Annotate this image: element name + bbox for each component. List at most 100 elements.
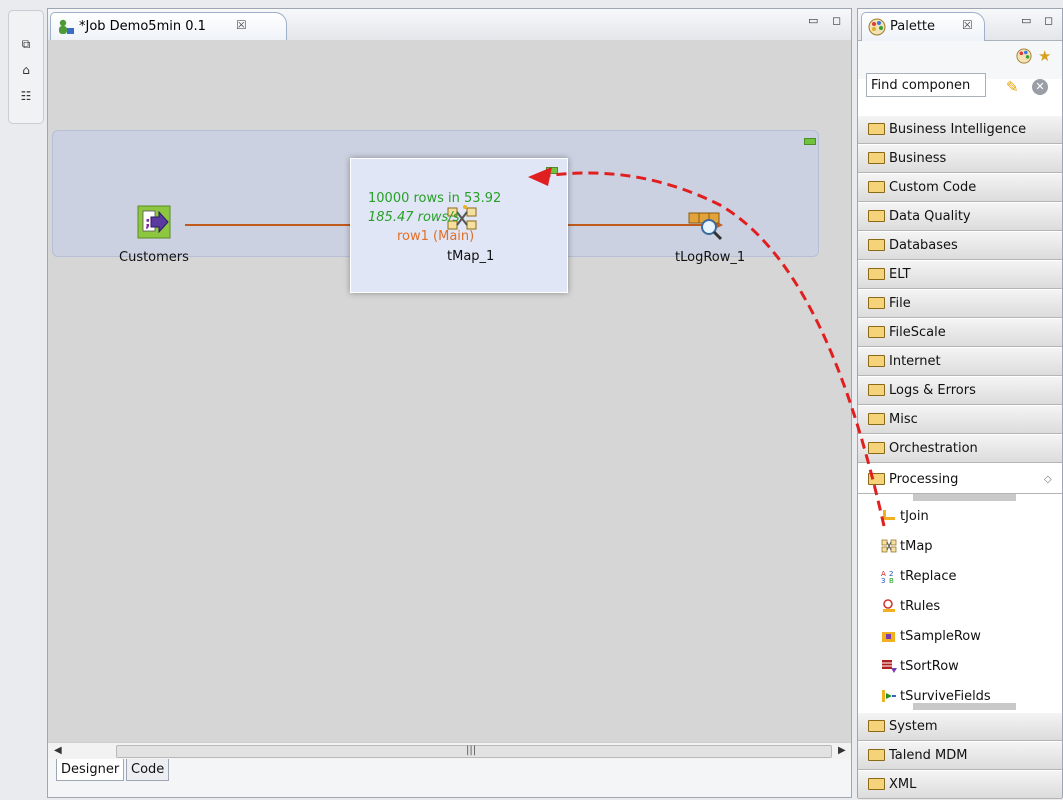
close-icon[interactable]: ☒ — [236, 18, 247, 32]
clear-search-icon[interactable]: ✕ — [1032, 79, 1048, 95]
palette-settings-icon[interactable] — [1016, 48, 1032, 64]
category-label: ELT — [889, 267, 911, 282]
category-business-intelligence[interactable]: Business Intelligence — [858, 116, 1062, 144]
editor-tabbar: *Job Demo5min 0.1 ☒ ▭ ◻ — [48, 9, 851, 42]
customers-component-icon[interactable]: ; — [137, 205, 171, 239]
scroll-right-icon[interactable]: ▶ — [838, 743, 846, 759]
category-logs-errors[interactable]: Logs & Errors — [858, 377, 1062, 405]
category-elt[interactable]: ELT — [858, 261, 1062, 289]
folder-icon — [868, 777, 885, 790]
scroll-left-icon[interactable]: ◀ — [54, 743, 62, 759]
folder-icon — [868, 267, 885, 280]
folder-icon — [868, 296, 885, 309]
job-editor: *Job Demo5min 0.1 ☒ ▭ ◻ ; Customers tLog… — [47, 8, 852, 798]
svg-text:3: 3 — [881, 577, 885, 583]
folder-icon — [868, 748, 885, 761]
category-file[interactable]: File — [858, 290, 1062, 318]
flow-rows-stat: 10000 rows in 53.92 — [368, 191, 502, 206]
horizontal-scrollbar[interactable]: ◀ ||| ▶ — [48, 742, 851, 759]
palette-tab-title: Palette — [890, 19, 936, 34]
maximize-icon[interactable]: ◻ — [1044, 14, 1053, 27]
design-canvas[interactable]: ; Customers tLogRow_1 10000 rows in 53.9… — [48, 40, 851, 742]
customers-label: Customers — [119, 250, 189, 265]
folder-open-icon — [868, 472, 885, 485]
component-tsortrow[interactable]: tSortRow — [858, 652, 1062, 682]
folder-icon — [868, 151, 885, 164]
category-filescale[interactable]: FileScale — [858, 319, 1062, 347]
logrow-component-icon[interactable] — [687, 209, 727, 241]
folder-icon — [868, 412, 885, 425]
tmap-icon — [881, 539, 897, 552]
tmap-collapse-icon[interactable] — [546, 167, 558, 174]
tab-designer[interactable]: Designer — [56, 759, 125, 781]
category-talend-mdm[interactable]: Talend MDM — [858, 742, 1062, 770]
category-business[interactable]: Business — [858, 145, 1062, 173]
folder-icon — [868, 180, 885, 193]
tjoin-icon — [883, 509, 895, 520]
tree-icon[interactable]: ☷ — [19, 89, 33, 103]
component-label: tRules — [900, 599, 941, 614]
folder-icon — [868, 719, 885, 732]
category-misc[interactable]: Misc — [858, 406, 1062, 434]
category-label: FileScale — [889, 325, 946, 340]
restore-icon[interactable]: ⧉ — [19, 37, 33, 51]
component-treplace[interactable]: A 2 3 B tReplace — [858, 562, 1062, 592]
tmap-selection-box[interactable]: 10000 rows in 53.92 185.47 rows/s row1 (… — [350, 158, 568, 293]
category-custom-code[interactable]: Custom Code — [858, 174, 1062, 202]
component-label: tJoin — [900, 509, 929, 524]
palette-panel: Palette ☒ ▭ ◻ ★ Find componen ✎ ✕ Busine… — [857, 8, 1063, 799]
component-trules[interactable]: tRules — [858, 592, 1062, 622]
job-icon — [59, 19, 74, 34]
category-label: Custom Code — [889, 180, 977, 195]
folder-icon — [868, 238, 885, 251]
category-label: Business — [889, 151, 947, 166]
category-label: File — [889, 296, 911, 311]
folder-icon — [868, 325, 885, 338]
home-icon[interactable]: ⌂ — [19, 63, 33, 77]
component-label: tMap — [900, 539, 933, 554]
maximize-icon[interactable]: ◻ — [832, 14, 841, 27]
category-system[interactable]: System — [858, 713, 1062, 741]
category-label: XML — [889, 777, 917, 792]
tab-code[interactable]: Code — [126, 759, 170, 781]
component-label: tSampleRow — [900, 629, 981, 644]
category-label: Talend MDM — [889, 748, 968, 763]
category-data-quality[interactable]: Data Quality — [858, 203, 1062, 231]
component-tjoin[interactable]: tJoin — [858, 502, 1062, 532]
component-tsamplerow[interactable]: tSampleRow — [858, 622, 1062, 652]
tsortrow-icon — [882, 659, 897, 673]
logrow-label: tLogRow_1 — [675, 250, 746, 265]
category-label: Logs & Errors — [889, 383, 976, 398]
palette-tab[interactable]: Palette ☒ — [861, 12, 985, 42]
category-internet[interactable]: Internet — [858, 348, 1062, 376]
close-icon[interactable]: ☒ — [962, 18, 973, 32]
tmap-label: tMap_1 — [447, 249, 495, 264]
category-label: Internet — [889, 354, 941, 369]
category-label: Processing — [889, 472, 959, 487]
search-pin-icon[interactable]: ✎ — [1006, 78, 1019, 96]
category-orchestration[interactable]: Orchestration — [858, 435, 1062, 463]
minimize-icon[interactable]: ▭ — [1021, 14, 1031, 27]
category-databases[interactable]: Databases — [858, 232, 1062, 260]
tsurvivefields-icon — [882, 689, 896, 702]
drawer-scroll-up[interactable] — [913, 494, 1016, 501]
favorites-icon[interactable]: ★ — [1038, 47, 1051, 65]
minimize-icon[interactable]: ▭ — [808, 14, 818, 27]
find-component-input[interactable]: Find componen — [866, 73, 986, 97]
category-xml[interactable]: XML — [858, 771, 1062, 799]
svg-text:;: ; — [145, 215, 151, 231]
category-processing[interactable]: Processing — [858, 466, 1062, 494]
left-dock: ⧉ ⌂ ☷ — [8, 10, 44, 124]
folder-icon — [868, 354, 885, 367]
folder-icon — [868, 383, 885, 396]
palette-icon — [868, 18, 886, 36]
drawer-scroll-down[interactable] — [913, 703, 1016, 710]
treplace-icon: A 23 B — [881, 570, 894, 583]
subjob-collapse-icon[interactable] — [804, 138, 816, 145]
job-tab-title: *Job Demo5min 0.1 — [79, 19, 206, 34]
component-tmap[interactable]: tMap — [858, 532, 1062, 562]
job-tab[interactable]: *Job Demo5min 0.1 ☒ — [50, 12, 287, 42]
folder-icon — [868, 441, 885, 454]
drawer-pin-icon[interactable]: ◇ — [1044, 474, 1052, 485]
folder-icon — [868, 209, 885, 222]
